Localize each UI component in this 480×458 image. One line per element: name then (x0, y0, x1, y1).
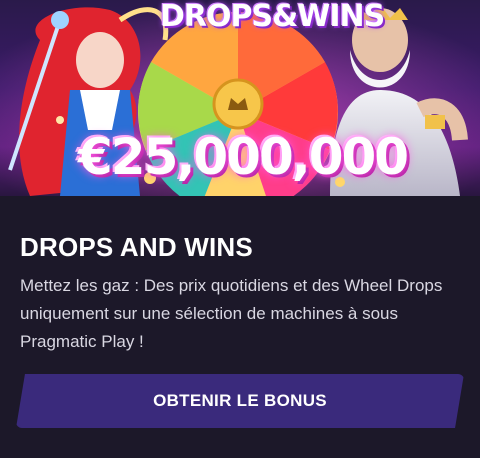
promo-card: DROPS&WINS €25,000,000 DROPS AND WINS Me… (0, 0, 480, 458)
promo-title: DROPS AND WINS (20, 232, 253, 262)
drops-and-wins-logo: DROPS&WINS (160, 0, 385, 34)
promo-content: DROPS AND WINS Mettez les gaz : Des prix… (0, 196, 480, 458)
promo-banner: DROPS&WINS €25,000,000 (0, 0, 480, 196)
jackpot-amount: €25,000,000 (78, 128, 409, 186)
get-bonus-button-label: OBTENIR LE BONUS (153, 391, 327, 410)
get-bonus-button[interactable]: OBTENIR LE BONUS (16, 374, 464, 428)
promo-description: Mettez les gaz : Des prix quotidiens et … (20, 276, 443, 351)
